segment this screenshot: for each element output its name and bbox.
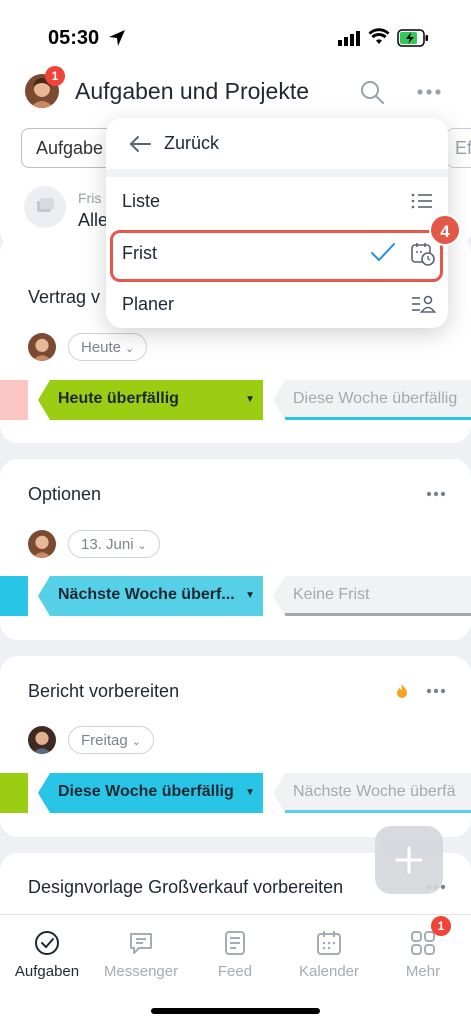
due-date-text: 13. Juni bbox=[81, 536, 134, 553]
menu-item-label: Liste bbox=[122, 191, 161, 211]
caret-down-icon: ▼ bbox=[245, 787, 255, 798]
tab-mehr[interactable]: Mehr bbox=[376, 929, 470, 980]
cellular-signal-icon bbox=[338, 31, 360, 46]
tab-notification-badge: 1 bbox=[431, 916, 451, 936]
assignee-avatar bbox=[28, 726, 56, 754]
stage-current[interactable]: Diese Woche überfällig ▼ bbox=[38, 773, 263, 813]
tab-label: Kalender bbox=[298, 963, 360, 980]
stage-bar: Heute überfällig ▼ Diese Woche überfällig bbox=[0, 380, 471, 420]
stage-next-label: Nächste Woche überfä bbox=[293, 783, 456, 800]
task-title[interactable]: Vertrag v bbox=[28, 287, 100, 308]
list-icon bbox=[411, 193, 432, 209]
menu-item-liste[interactable]: Liste bbox=[106, 177, 448, 227]
stage-next[interactable]: Diese Woche überfällig bbox=[273, 380, 471, 420]
tab-label: Mehr bbox=[405, 963, 441, 980]
deadline-label: Fris bbox=[78, 190, 102, 206]
card-more-icon[interactable] bbox=[426, 491, 446, 497]
grid-icon bbox=[411, 931, 435, 955]
task-title[interactable]: Bericht vorbereiten bbox=[28, 681, 179, 702]
stage-current-label: Nächste Woche überf... bbox=[58, 586, 235, 603]
status-time: 05:30 bbox=[48, 27, 100, 49]
card-more-icon[interactable] bbox=[426, 688, 446, 694]
caret-down-icon: ▼ bbox=[245, 394, 255, 405]
location-arrow-icon bbox=[109, 30, 125, 46]
notification-badge: 1 bbox=[45, 66, 65, 86]
due-date-text: Heute bbox=[81, 339, 122, 356]
back-arrow-icon[interactable] bbox=[128, 132, 152, 156]
task-title[interactable]: Designvorlage Großverkauf vorbereiten bbox=[28, 877, 343, 898]
stage-previous[interactable] bbox=[0, 773, 28, 813]
fire-icon bbox=[397, 684, 407, 698]
feed-icon bbox=[225, 931, 245, 955]
stage-current-label: Diese Woche überfällig bbox=[58, 783, 234, 800]
stage-bar: Nächste Woche überf... ▼ Keine Frist bbox=[0, 576, 471, 616]
tab-aufgaben[interactable]: Aufgaben bbox=[0, 929, 94, 980]
checkmark-icon bbox=[371, 243, 395, 261]
stage-next[interactable]: Keine Frist bbox=[273, 576, 471, 616]
battery-charging-icon bbox=[397, 29, 428, 47]
stage-previous[interactable] bbox=[0, 576, 28, 616]
check-circle-icon bbox=[35, 931, 59, 955]
menu-divider bbox=[106, 169, 448, 177]
add-task-button[interactable] bbox=[375, 826, 443, 894]
due-date-pill[interactable]: 13. Juni ⌄ bbox=[68, 530, 160, 558]
tab-label: Aufgaben bbox=[14, 963, 80, 980]
stage-current-label: Heute überfällig bbox=[58, 390, 179, 407]
tab-label: Messenger bbox=[103, 963, 179, 980]
due-date-pill[interactable]: Freitag ⌄ bbox=[68, 726, 154, 754]
tab-feed[interactable]: Feed bbox=[188, 929, 282, 980]
deadline-value: Alle bbox=[78, 210, 109, 230]
plus-icon bbox=[395, 846, 423, 874]
step-number-badge: 4 bbox=[429, 214, 461, 246]
back-button[interactable]: Zurück bbox=[164, 133, 219, 154]
filter-chip-secondary[interactable]: Ef bbox=[446, 128, 471, 168]
tab-messenger[interactable]: Messenger bbox=[94, 929, 188, 980]
menu-item-planer[interactable]: Planer bbox=[106, 280, 448, 330]
stage-previous[interactable] bbox=[0, 380, 28, 420]
view-mode-menu: Zurück Liste Frist Planer bbox=[106, 118, 448, 328]
stage-current[interactable]: Nächste Woche überf... ▼ bbox=[38, 576, 263, 616]
tab-kalender[interactable]: Kalender bbox=[282, 929, 376, 980]
stage-current[interactable]: Heute überfällig ▼ bbox=[38, 380, 263, 420]
due-date-pill[interactable]: Heute ⌄ bbox=[68, 333, 148, 361]
menu-item-label: Planer bbox=[122, 294, 175, 314]
assignee-avatar bbox=[28, 333, 56, 361]
planner-icon bbox=[412, 295, 436, 313]
tab-label: Feed bbox=[217, 963, 253, 980]
search-icon[interactable] bbox=[359, 79, 385, 105]
wifi-icon bbox=[368, 28, 390, 44]
stage-next[interactable]: Nächste Woche überfä bbox=[273, 773, 471, 813]
stage-next-label: Diese Woche überfällig bbox=[293, 390, 458, 407]
stage-next-label: Keine Frist bbox=[293, 586, 370, 603]
home-indicator bbox=[151, 1008, 320, 1014]
calendar-icon bbox=[317, 931, 341, 955]
caret-down-icon: ▼ bbox=[245, 590, 255, 601]
task-title[interactable]: Optionen bbox=[28, 484, 101, 505]
more-options-icon[interactable] bbox=[416, 88, 442, 96]
due-date-text: Freitag bbox=[81, 732, 128, 749]
assignee-avatar bbox=[28, 530, 56, 558]
stage-bar: Diese Woche überfällig ▼ Nächste Woche üb… bbox=[0, 773, 471, 813]
chat-icon bbox=[130, 933, 152, 954]
tag-icon bbox=[24, 186, 66, 228]
page-title: Aufgaben und Projekte bbox=[75, 78, 310, 104]
